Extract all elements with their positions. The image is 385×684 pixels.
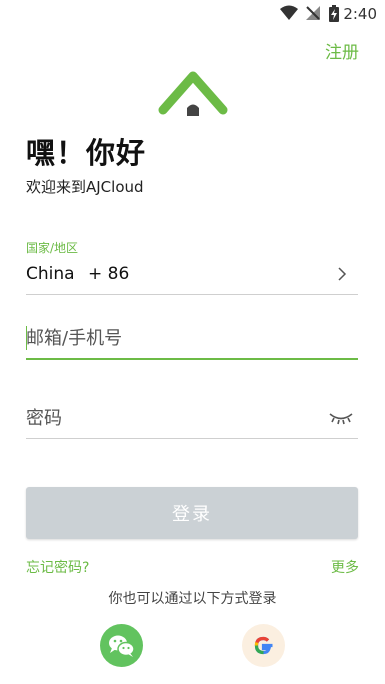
forgot-password-link[interactable]: 忘记密码? xyxy=(26,557,89,577)
eye-closed-icon[interactable] xyxy=(328,408,354,426)
region-dial-code: + 86 xyxy=(88,264,130,284)
region-selector[interactable]: China + 86 xyxy=(26,262,358,295)
account-input[interactable] xyxy=(26,324,326,352)
register-link[interactable]: 注册 xyxy=(325,38,359,63)
password-field xyxy=(26,400,358,439)
more-options-link[interactable]: 更多 xyxy=(331,557,359,577)
no-signal-icon xyxy=(306,6,320,20)
wifi-icon xyxy=(280,5,298,20)
other-login-prompt: 你也可以通过以下方式登录 xyxy=(108,591,277,607)
clock: 2:40 xyxy=(343,5,377,23)
welcome-subtitle: 欢迎来到AJCloud xyxy=(26,178,144,196)
google-login-button[interactable] xyxy=(242,624,285,667)
battery-charging-icon xyxy=(329,5,339,22)
wechat-login-button[interactable] xyxy=(100,624,143,667)
google-icon xyxy=(254,636,273,655)
wechat-icon xyxy=(109,635,135,657)
home-logo-icon xyxy=(158,71,228,116)
login-button[interactable]: 登录 xyxy=(26,487,358,539)
text-cursor xyxy=(26,326,27,350)
region-label: 国家/地区 xyxy=(26,241,79,255)
chevron-right-icon xyxy=(338,267,347,281)
password-input[interactable] xyxy=(26,404,326,432)
status-bar: 2:40 xyxy=(0,0,385,28)
page-title: 嘿！你好 xyxy=(26,136,147,170)
region-country: China xyxy=(26,264,75,284)
account-field xyxy=(26,320,358,360)
